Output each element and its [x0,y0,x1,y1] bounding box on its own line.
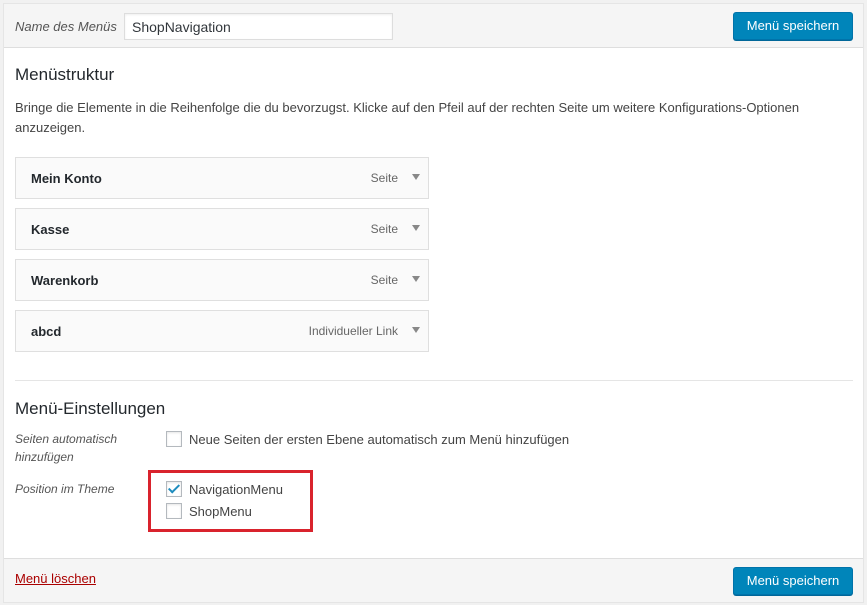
expand-arrow-icon[interactable] [412,225,420,231]
menu-item-title: Mein Konto [31,171,102,186]
menu-item-title: abcd [31,324,62,339]
menu-item[interactable]: Mein Konto Seite [15,157,429,199]
menu-item[interactable]: abcd Individueller Link [15,310,429,352]
auto-add-checkbox[interactable] [166,431,182,447]
save-menu-button-bottom[interactable]: Menü speichern [733,567,853,595]
menu-name-label: Name des Menüs [15,19,117,34]
menu-editor-panel: Name des Menüs Menü speichern Menüstrukt… [3,3,864,603]
menu-item[interactable]: Warenkorb Seite [15,259,429,301]
menu-item-type: Individueller Link [308,324,398,338]
expand-arrow-icon[interactable] [412,276,420,282]
auto-add-option-label[interactable]: Neue Seiten der ersten Ebene automatisch… [189,432,569,447]
menu-header: Name des Menüs Menü speichern [4,4,863,48]
menu-item-title: Kasse [31,222,70,237]
section-divider [15,380,853,381]
expand-arrow-icon[interactable] [412,174,420,180]
expand-arrow-icon[interactable] [412,327,420,333]
menu-item[interactable]: Kasse Seite [15,208,429,250]
menu-structure-heading: Menüstruktur [15,65,115,84]
menu-structure-description: Bringe die Elemente in die Reihenfolge d… [15,100,800,135]
save-menu-button-top[interactable]: Menü speichern [733,12,853,40]
delete-menu-link[interactable]: Menü löschen [15,571,96,586]
highlight-box [148,470,313,532]
menu-name-input[interactable] [124,13,393,40]
menu-item-type: Seite [370,273,398,287]
menu-item-type: Seite [370,222,398,236]
auto-add-label: Seiten automatisch hinzufügen [15,432,118,464]
menu-item-title: Warenkorb [31,273,99,288]
menu-settings-heading: Menü-Einstellungen [15,399,166,418]
theme-position-label: Position im Theme [15,482,115,496]
menu-item-type: Seite [370,171,398,185]
